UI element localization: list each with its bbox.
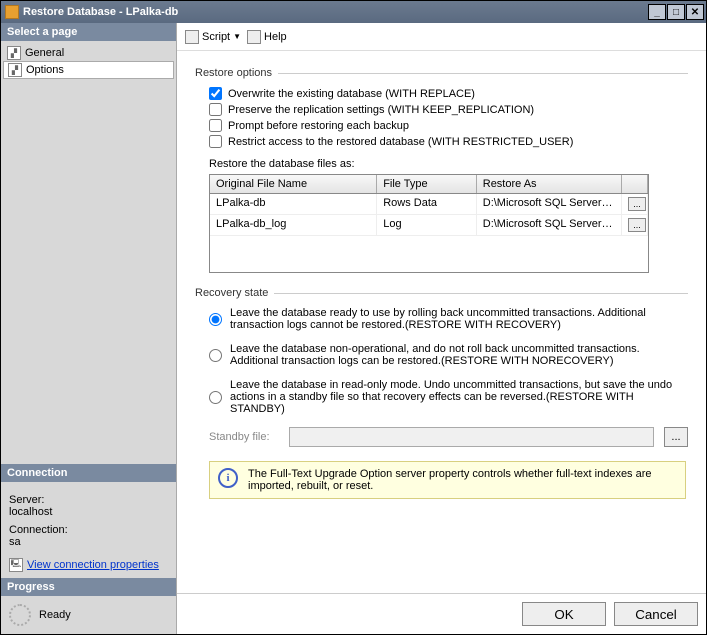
radio-standby[interactable]: Leave the database in read-only mode. Un… [209, 379, 688, 415]
help-icon [247, 30, 261, 44]
page-label: General [25, 47, 64, 59]
script-button[interactable]: Script ▼ [185, 30, 241, 44]
standby-file-label: Standby file: [209, 431, 279, 443]
chk-overwrite[interactable]: Overwrite the existing database (WITH RE… [209, 87, 688, 100]
restore-options-header: Restore options [195, 67, 272, 79]
browse-button[interactable]: ... [628, 218, 646, 232]
help-label: Help [264, 31, 287, 43]
recovery-state-header: Recovery state [195, 287, 268, 299]
maximize-button[interactable]: □ [667, 4, 685, 20]
info-text: The Full-Text Upgrade Option server prop… [248, 468, 677, 492]
server-label: Server: [9, 494, 168, 506]
table-row[interactable]: LPalka-db_log Log D:\Microsoft SQL Serve… [210, 215, 648, 236]
page-label: Options [26, 64, 64, 76]
progress-header: Progress [1, 578, 176, 596]
page-icon: ▞ [7, 46, 21, 60]
connection-header: Connection [1, 464, 176, 482]
col-original-file[interactable]: Original File Name [210, 175, 377, 193]
chk-preserve-input[interactable] [209, 103, 222, 116]
radio-standby-input[interactable] [209, 380, 222, 415]
script-icon [185, 30, 199, 44]
standby-file-input [289, 427, 654, 447]
cancel-button[interactable]: Cancel [614, 602, 698, 626]
ok-button[interactable]: OK [522, 602, 606, 626]
radio-recovery-input[interactable] [209, 308, 222, 331]
progress-spinner-icon [9, 604, 31, 626]
info-icon: i [218, 468, 238, 488]
select-page-header: Select a page [1, 23, 176, 41]
radio-norecovery[interactable]: Leave the database non-operational, and … [209, 343, 688, 367]
chk-prompt-input[interactable] [209, 119, 222, 132]
connection-value: sa [9, 536, 168, 548]
files-table: Original File Name File Type Restore As … [209, 174, 649, 273]
page-options[interactable]: ▞ Options [3, 61, 174, 79]
chk-restrict-input[interactable] [209, 135, 222, 148]
page-general[interactable]: ▞ General [3, 45, 174, 61]
close-button[interactable]: ✕ [686, 4, 704, 20]
col-restore-as[interactable]: Restore As [477, 175, 622, 193]
col-file-type[interactable]: File Type [377, 175, 477, 193]
info-banner: i The Full-Text Upgrade Option server pr… [209, 461, 686, 499]
chevron-down-icon: ▼ [233, 32, 241, 41]
chk-restrict-access[interactable]: Restrict access to the restored database… [209, 135, 688, 148]
chk-prompt[interactable]: Prompt before restoring each backup [209, 119, 688, 132]
radio-recovery[interactable]: Leave the database ready to use by rolli… [209, 307, 688, 331]
titlebar[interactable]: Restore Database - LPalka-db _ □ ✕ [1, 1, 706, 23]
window-title: Restore Database - LPalka-db [23, 6, 648, 18]
standby-browse-button[interactable]: ... [664, 427, 688, 447]
page-icon: ▞ [8, 63, 22, 77]
chk-preserve-replication[interactable]: Preserve the replication settings (WITH … [209, 103, 688, 116]
properties-icon: 🖳 [9, 558, 23, 572]
view-connection-properties-link[interactable]: View connection properties [27, 559, 159, 571]
browse-button[interactable]: ... [628, 197, 646, 211]
progress-status: Ready [39, 609, 71, 621]
table-row[interactable]: LPalka-db Rows Data D:\Microsoft SQL Ser… [210, 194, 648, 215]
script-label: Script [202, 31, 230, 43]
server-value: localhost [9, 506, 168, 518]
app-icon [5, 5, 19, 19]
radio-norecovery-input[interactable] [209, 344, 222, 367]
connection-label: Connection: [9, 524, 168, 536]
help-button[interactable]: Help [247, 30, 287, 44]
col-browse [622, 175, 648, 193]
minimize-button[interactable]: _ [648, 4, 666, 20]
chk-overwrite-input[interactable] [209, 87, 222, 100]
restore-files-label: Restore the database files as: [209, 158, 688, 170]
